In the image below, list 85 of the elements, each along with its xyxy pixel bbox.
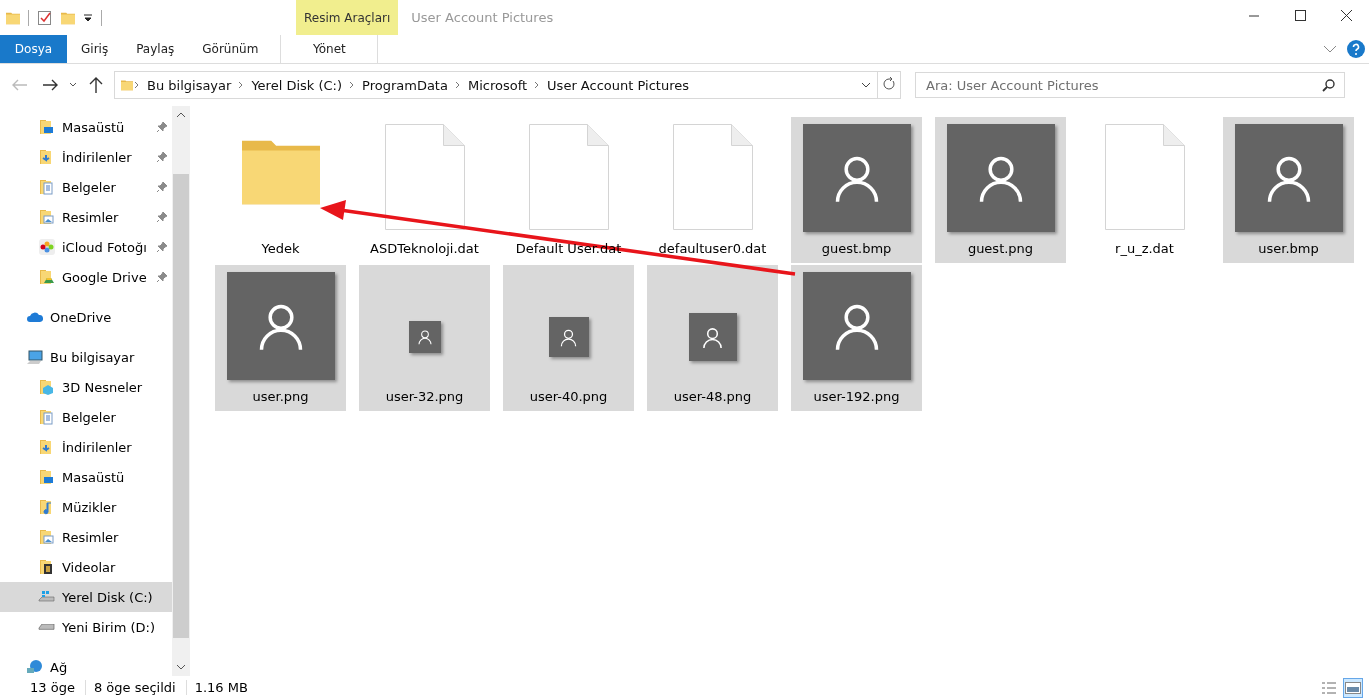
network-icon: [26, 659, 44, 675]
pictures-folder-icon: [38, 529, 56, 545]
selection-count: 8 öge seçildi: [93, 680, 187, 695]
sidebar-item[interactable]: 3D Nesneler: [0, 372, 172, 402]
ribbon-tab[interactable]: Paylaş: [122, 35, 189, 63]
help-icon[interactable]: [1347, 40, 1365, 58]
pin-icon[interactable]: [156, 271, 168, 283]
breadcrumb[interactable]: Microsoft: [461, 77, 534, 93]
selection-size: 1.16 MB: [194, 680, 249, 695]
sidebar-item[interactable]: Resimler: [0, 202, 172, 232]
user-thumbnail: [408, 321, 441, 353]
sidebar-item[interactable]: Google Drive: [0, 262, 172, 292]
dropdown-icon[interactable]: [83, 12, 93, 23]
sidebar-item[interactable]: İndirilenler: [0, 142, 172, 172]
file-item[interactable]: Yedek: [215, 117, 346, 263]
search-icon: [1322, 79, 1335, 92]
objects3d-folder-icon: [38, 379, 56, 395]
scroll-down-icon[interactable]: [176, 663, 186, 671]
breadcrumb[interactable]: ProgramData: [356, 77, 454, 93]
ribbon-tab[interactable]: Dosya: [0, 35, 67, 63]
expand-ribbon-icon[interactable]: [1323, 44, 1337, 54]
sidebar-item[interactable]: Belgeler: [0, 402, 172, 432]
search-field[interactable]: Ara: User Account Pictures: [915, 72, 1345, 98]
file-item[interactable]: user.bmp: [1223, 117, 1354, 263]
sidebar-item[interactable]: Masaüstü: [0, 462, 172, 492]
sidebar-item[interactable]: iCloud Fotoğı: [0, 232, 172, 262]
large-icons-view-button[interactable]: [1343, 678, 1363, 698]
sidebar-item[interactable]: Yerel Disk (C:): [0, 582, 172, 612]
ribbon-tab[interactable]: Görünüm: [188, 35, 273, 63]
scroll-up-icon[interactable]: [176, 111, 186, 119]
file-item[interactable]: user-32.png: [359, 265, 490, 411]
sidebar-item[interactable]: Belgeler: [0, 172, 172, 202]
breadcrumb[interactable]: Yerel Disk (C:): [245, 77, 349, 93]
drive-icon: [38, 589, 56, 605]
ribbon-tab[interactable]: Yönet: [280, 35, 379, 63]
file-icon: [528, 124, 609, 230]
chevron-icon[interactable]: [453, 81, 462, 89]
file-item[interactable]: guest.bmp: [791, 117, 922, 263]
file-item[interactable]: user.png: [215, 265, 346, 411]
computer-icon: [26, 349, 44, 365]
window-title: User Account Pictures: [410, 9, 555, 27]
sidebar-item[interactable]: Resimler: [0, 522, 172, 552]
file-item[interactable]: ASDTeknoloji.dat: [359, 117, 490, 263]
scrollbar[interactable]: [172, 106, 190, 676]
sidebar-item[interactable]: Yeni Birim (D:): [0, 612, 172, 642]
gdrive-folder-icon: [38, 269, 56, 285]
user-thumbnail: [688, 313, 737, 361]
user-thumbnail: [548, 317, 589, 357]
pin-icon[interactable]: [156, 241, 168, 253]
refresh-button[interactable]: [878, 71, 901, 99]
file-icon: [1104, 124, 1185, 230]
properties-icon[interactable]: [37, 9, 53, 26]
flower-icon: [38, 239, 56, 255]
file-icon: [384, 124, 465, 230]
documents-folder-icon: [38, 409, 56, 425]
sidebar-item[interactable]: Videolar: [0, 552, 172, 582]
chevron-icon[interactable]: [133, 81, 141, 89]
pictures-folder-icon: [38, 209, 56, 225]
sidebar-item[interactable]: Bu bilgisayar: [0, 342, 172, 372]
file-item[interactable]: user-48.png: [647, 265, 778, 411]
desktop-folder-icon: [38, 119, 56, 135]
file-icon: [672, 124, 753, 230]
file-item[interactable]: defaultuser0.dat: [647, 117, 778, 263]
file-item[interactable]: user-40.png: [503, 265, 634, 411]
pin-icon[interactable]: [156, 211, 168, 223]
pin-icon[interactable]: [156, 151, 168, 163]
sidebar-item[interactable]: Ağ: [0, 652, 172, 676]
file-item[interactable]: user-192.png: [791, 265, 922, 411]
desktop-folder-icon: [38, 469, 56, 485]
sidebar-item[interactable]: OneDrive: [0, 302, 172, 332]
pin-icon[interactable]: [156, 181, 168, 193]
file-item[interactable]: guest.png: [935, 117, 1066, 263]
drive-icon: [38, 624, 56, 630]
item-count: 13 öge: [30, 680, 86, 695]
address-bar[interactable]: Bu bilgisayar Yerel Disk (C:) ProgramData Microsoft User Account Pictures: [114, 71, 878, 99]
pin-icon[interactable]: [156, 121, 168, 133]
breadcrumb[interactable]: Bu bilgisayar: [141, 77, 238, 93]
sidebar-item[interactable]: İndirilenler: [0, 432, 172, 462]
context-group-label: Resim Araçları: [296, 0, 399, 35]
ribbon-tab[interactable]: Giriş: [67, 35, 123, 63]
sidebar-item[interactable]: Masaüstü: [0, 112, 172, 142]
breadcrumb[interactable]: User Account Pictures: [541, 77, 695, 93]
documents-folder-icon: [38, 179, 56, 195]
file-item[interactable]: r_u_z.dat: [1079, 117, 1210, 263]
sidebar-item[interactable]: Müzikler: [0, 492, 172, 522]
